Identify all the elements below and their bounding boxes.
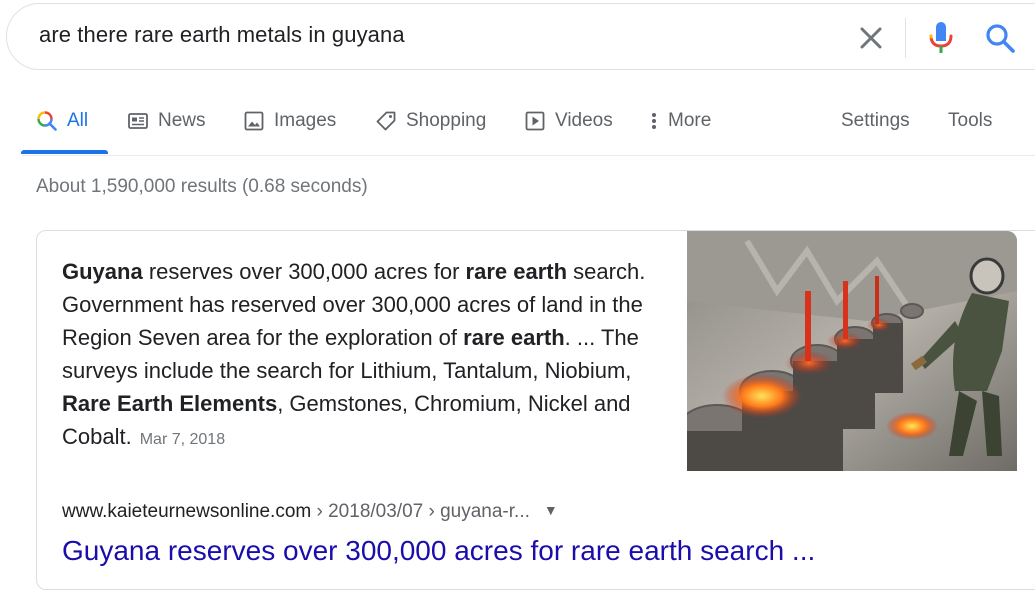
tab-more[interactable]: More — [648, 100, 711, 156]
search-box[interactable]: are there rare earth metals in guyana — [6, 3, 1035, 70]
tag-icon — [376, 111, 396, 131]
snippet-bold-5: rare earth — [463, 325, 565, 350]
search-divider — [905, 18, 906, 58]
tabs-divider — [22, 155, 1035, 156]
news-icon — [128, 113, 148, 129]
snippet-bold-3: rare earth — [465, 259, 568, 284]
tab-videos-label: Videos — [555, 110, 613, 131]
tab-all[interactable]: All — [36, 100, 88, 156]
tools-label: Tools — [948, 110, 993, 131]
close-icon — [860, 27, 882, 49]
microphone-icon — [929, 22, 953, 53]
source-domain: www.kaieteurnewsonline.com — [62, 501, 312, 522]
search-tabs: All News Images Shopping Videos More Set… — [0, 100, 1035, 156]
snippet-span-2: reserves over 300,000 acres for — [142, 259, 466, 284]
image-icon — [244, 111, 264, 131]
search-submit-button[interactable] — [982, 20, 1018, 56]
smelting-furnace-photo-icon — [687, 231, 1017, 471]
featured-snippet: Guyana reserves over 300,000 acres for r… — [36, 230, 1035, 590]
active-tab-indicator — [21, 150, 108, 154]
snippet-text: Guyana reserves over 300,000 acres for r… — [62, 255, 672, 456]
tools-link[interactable]: Tools — [948, 100, 992, 156]
source-url[interactable]: www.kaieteurnewsonline.com › 2018/03/07 … — [62, 501, 558, 523]
settings-label: Settings — [841, 110, 910, 131]
result-stats: About 1,590,000 results (0.68 seconds) — [36, 176, 368, 197]
tab-all-label: All — [67, 110, 89, 131]
tab-news-label: News — [158, 110, 206, 131]
play-icon — [525, 111, 545, 131]
caret-down-icon[interactable]: ▼ — [544, 502, 558, 518]
tab-news[interactable]: News — [127, 100, 206, 156]
result-title-link[interactable]: Guyana reserves over 300,000 acres for r… — [62, 535, 815, 567]
source-breadcrumb: › 2018/03/07 › guyana-r... — [311, 501, 530, 522]
clear-search-button[interactable] — [855, 22, 887, 54]
tab-shopping[interactable]: Shopping — [375, 100, 486, 156]
snippet-image[interactable] — [687, 231, 1017, 471]
tab-images-label: Images — [274, 110, 337, 131]
tab-videos[interactable]: Videos — [524, 100, 613, 156]
tab-more-label: More — [668, 110, 712, 131]
snippet-bold-1: Guyana — [62, 259, 143, 284]
voice-search-button[interactable] — [925, 20, 957, 56]
snippet-bold-7: Rare Earth Elements — [62, 391, 278, 416]
search-icon — [986, 24, 1015, 53]
tab-shopping-label: Shopping — [406, 110, 487, 131]
google-search-icon — [37, 111, 57, 131]
settings-link[interactable]: Settings — [841, 100, 910, 156]
tab-images[interactable]: Images — [243, 100, 336, 156]
search-input[interactable]: are there rare earth metals in guyana — [39, 22, 405, 48]
more-vertical-icon — [652, 113, 656, 129]
snippet-date: Mar 7, 2018 — [139, 431, 226, 448]
